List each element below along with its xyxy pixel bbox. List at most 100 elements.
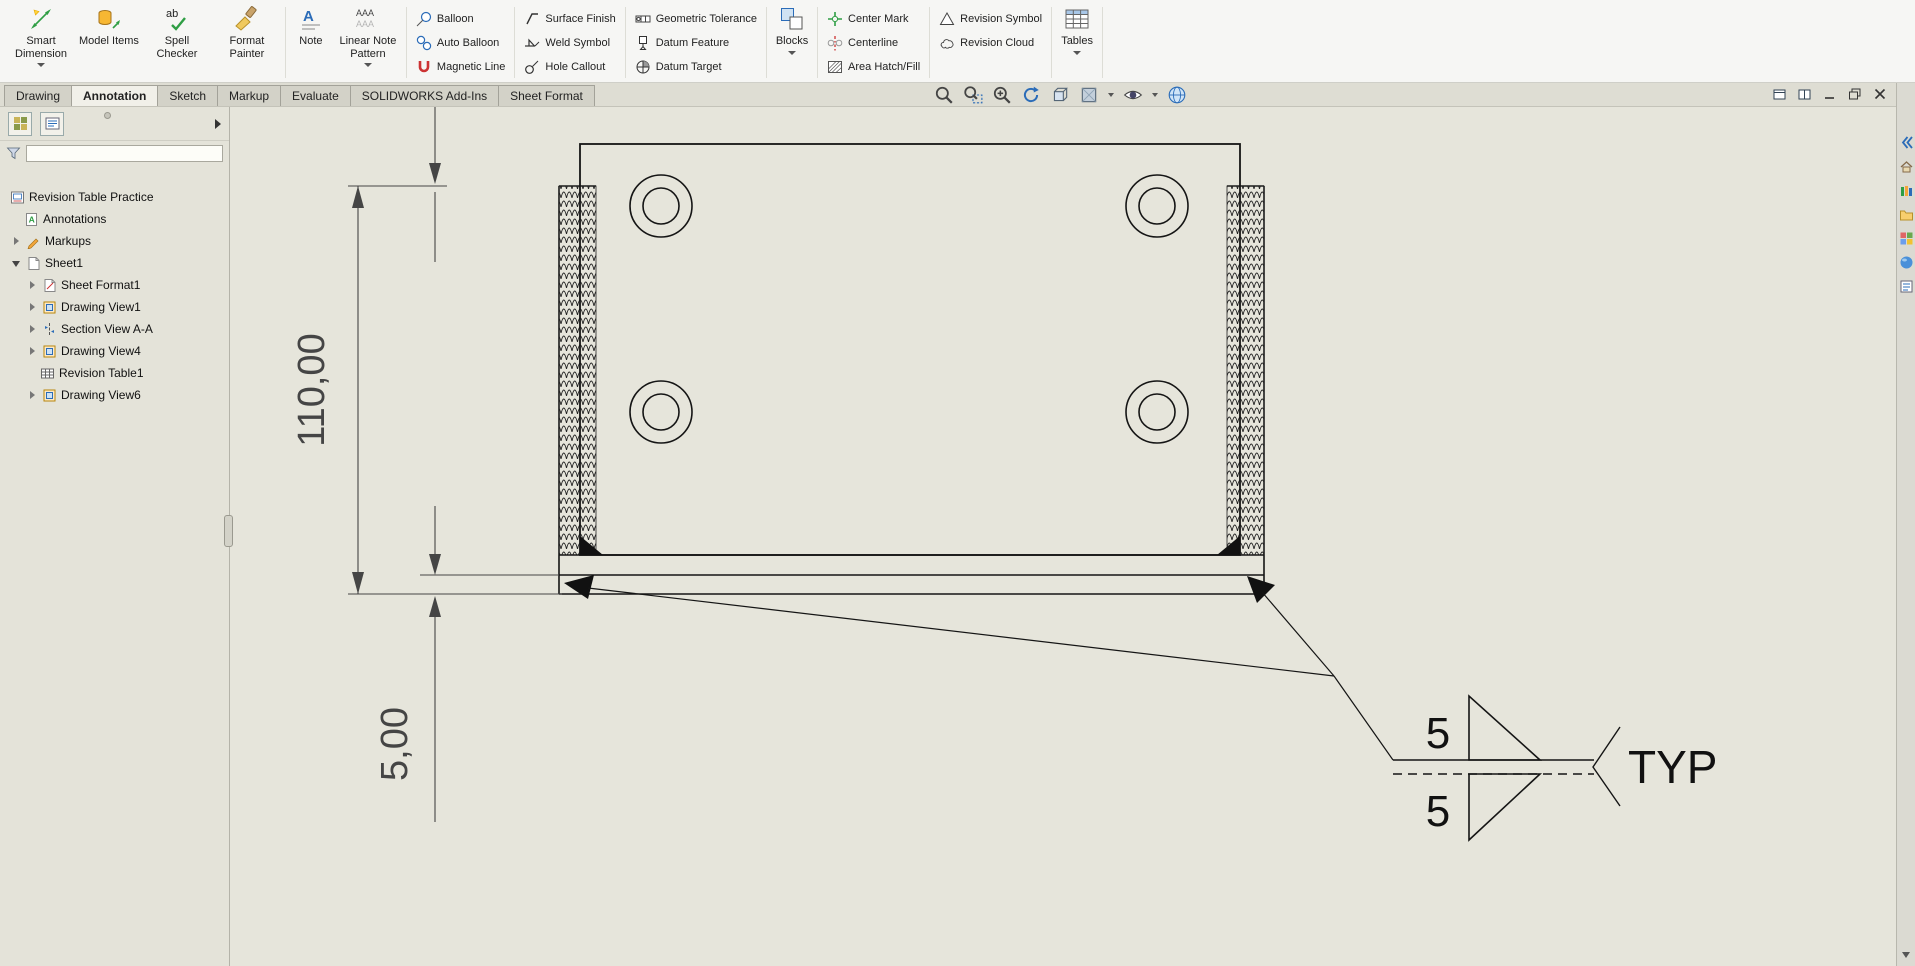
hole-callout-button[interactable]: Hole Callout: [518, 55, 621, 79]
tree-item-revision-table-practice[interactable]: Revision Table Practice: [0, 186, 229, 208]
note-button[interactable]: A Note: [289, 3, 333, 82]
tree-filter-input[interactable]: [26, 145, 223, 162]
dropdown-caret-icon[interactable]: [788, 51, 796, 55]
dim-height-text[interactable]: 110,00: [291, 333, 333, 446]
display-pane-tab[interactable]: [40, 112, 64, 136]
dropdown-caret-icon[interactable]: [37, 63, 45, 67]
file-explorer-icon[interactable]: [1899, 207, 1914, 222]
area-hatch-button[interactable]: Area Hatch/Fill: [821, 55, 926, 79]
3d-drawing-view-icon[interactable]: [1050, 85, 1070, 105]
dropdown-caret-icon[interactable]: [364, 63, 372, 67]
expander-icon[interactable]: [28, 280, 38, 290]
spell-checker-button[interactable]: ab Spell Checker: [142, 3, 212, 82]
dim-thickness-text[interactable]: 5,00: [374, 707, 416, 781]
smart-dimension-button[interactable]: Smart Dimension: [6, 3, 76, 82]
revision-symbol-button[interactable]: Revision Symbol: [933, 7, 1048, 31]
dropdown-caret-icon[interactable]: [1152, 93, 1158, 97]
panel-expand-chevron-icon[interactable]: [215, 119, 221, 129]
format-painter-button[interactable]: Format Painter: [212, 3, 282, 82]
blocks-button[interactable]: Blocks: [770, 3, 814, 82]
design-library-icon[interactable]: [1899, 183, 1914, 198]
resources-home-icon[interactable]: [1899, 159, 1914, 174]
tab-markup[interactable]: Markup: [217, 85, 281, 106]
tab-sketch[interactable]: Sketch: [157, 85, 218, 106]
tree-item-revision-table1[interactable]: Revision Table1: [0, 362, 229, 384]
tree-item-sheet1[interactable]: Sheet1: [0, 252, 229, 274]
auto-balloon-icon: [416, 35, 432, 51]
center-mark-button[interactable]: Center Mark: [821, 7, 926, 31]
panel-splitter-handle[interactable]: [224, 515, 233, 547]
svg-text:AAA: AAA: [356, 19, 374, 29]
model-items-button[interactable]: Model Items: [76, 3, 142, 82]
tree-item-section-view-a-a[interactable]: Section View A-A: [0, 318, 229, 340]
auto-balloon-button[interactable]: Auto Balloon: [410, 31, 512, 55]
dim-arrowhead: [352, 186, 364, 208]
zoom-in-out-icon[interactable]: [992, 85, 1012, 105]
minimize-icon[interactable]: [1821, 85, 1839, 103]
dimension-110[interactable]: 110,00: [291, 186, 562, 594]
weld-leader[interactable]: [564, 575, 1393, 760]
graphics-area[interactable]: 5 5 TYP 110,00 5,00: [230, 107, 1896, 966]
dropdown-caret-icon[interactable]: [1108, 93, 1114, 97]
tables-button[interactable]: Tables: [1055, 3, 1099, 82]
panel-scrollbar-dot[interactable]: [104, 112, 111, 119]
datum-feature-button[interactable]: Datum Feature: [629, 31, 763, 55]
weld-tail-text[interactable]: TYP: [1628, 741, 1717, 793]
weld-size-bottom-text[interactable]: 5: [1426, 787, 1450, 836]
featuremanager-tree-tab[interactable]: [8, 112, 32, 136]
restore-icon[interactable]: [1846, 85, 1864, 103]
expander-icon[interactable]: [28, 302, 38, 312]
weld-size-top-text[interactable]: 5: [1426, 709, 1450, 758]
display-style-icon[interactable]: [1079, 85, 1099, 105]
tree-item-drawing-view4[interactable]: Drawing View4: [0, 340, 229, 362]
tab-drawing[interactable]: Drawing: [4, 85, 72, 106]
next-window-icon[interactable]: [1796, 85, 1814, 103]
hole-circles[interactable]: [630, 175, 1188, 443]
weld-bead-left[interactable]: [559, 186, 596, 555]
previous-window-icon[interactable]: [1771, 85, 1789, 103]
tab-sheet-format[interactable]: Sheet Format: [498, 85, 595, 106]
custom-properties-icon[interactable]: [1899, 279, 1914, 294]
centerline-button[interactable]: Centerline: [821, 31, 926, 55]
magnetic-line-button[interactable]: Magnetic Line: [410, 55, 512, 79]
weld-bead-right[interactable]: [1227, 186, 1264, 555]
appearances-icon[interactable]: [1899, 255, 1914, 270]
tree-item-markups[interactable]: Markups: [0, 230, 229, 252]
geometric-tolerance-icon: [635, 11, 651, 27]
balloon-button[interactable]: Balloon: [410, 7, 512, 31]
view-palette-icon[interactable]: [1899, 231, 1914, 246]
view-settings-icon[interactable]: [1167, 85, 1187, 105]
tree-item-sheet-format1[interactable]: Sheet Format1: [0, 274, 229, 296]
ribbon-separator: [766, 7, 767, 78]
ribbon-button-label: Surface Finish: [545, 13, 615, 25]
tab-evaluate[interactable]: Evaluate: [280, 85, 351, 106]
expander-icon[interactable]: [12, 258, 22, 268]
dropdown-caret-icon[interactable]: [1073, 51, 1081, 55]
dim-arrowhead: [429, 596, 441, 617]
expander-icon[interactable]: [12, 236, 22, 246]
linear-note-pattern-button[interactable]: AAAAAA Linear Note Pattern: [333, 3, 403, 82]
collapse-arrows-icon[interactable]: [1899, 135, 1914, 150]
tab-solidworks-add-ins[interactable]: SOLIDWORKS Add-Ins: [350, 85, 499, 106]
zoom-to-area-icon[interactable]: [963, 85, 983, 105]
tree-item-drawing-view6[interactable]: Drawing View6: [0, 384, 229, 406]
weld-symbol[interactable]: 5 5 TYP: [1393, 696, 1717, 840]
weld-symbol-button[interactable]: Weld Symbol: [518, 31, 621, 55]
expander-icon[interactable]: [28, 324, 38, 334]
geometric-tolerance-button[interactable]: Geometric Tolerance: [629, 7, 763, 31]
tree-item-drawing-view1[interactable]: Drawing View1: [0, 296, 229, 318]
hide-show-items-icon[interactable]: [1123, 85, 1143, 105]
close-icon[interactable]: [1871, 85, 1889, 103]
rotate-view-icon[interactable]: [1021, 85, 1041, 105]
datum-target-button[interactable]: Datum Target: [629, 55, 763, 79]
surface-finish-button[interactable]: Surface Finish: [518, 7, 621, 31]
dimension-5[interactable]: 5,00: [374, 506, 559, 822]
zoom-to-fit-icon[interactable]: [934, 85, 954, 105]
expander-icon[interactable]: [28, 390, 38, 400]
tree-item-annotations[interactable]: A Annotations: [0, 208, 229, 230]
revision-cloud-button[interactable]: Revision Cloud: [933, 31, 1048, 55]
fillet-symbol-bottom: [1469, 774, 1540, 840]
tab-annotation[interactable]: Annotation: [71, 85, 158, 106]
expander-icon[interactable]: [28, 346, 38, 356]
task-pane-chevron-down-icon[interactable]: [1902, 952, 1910, 958]
